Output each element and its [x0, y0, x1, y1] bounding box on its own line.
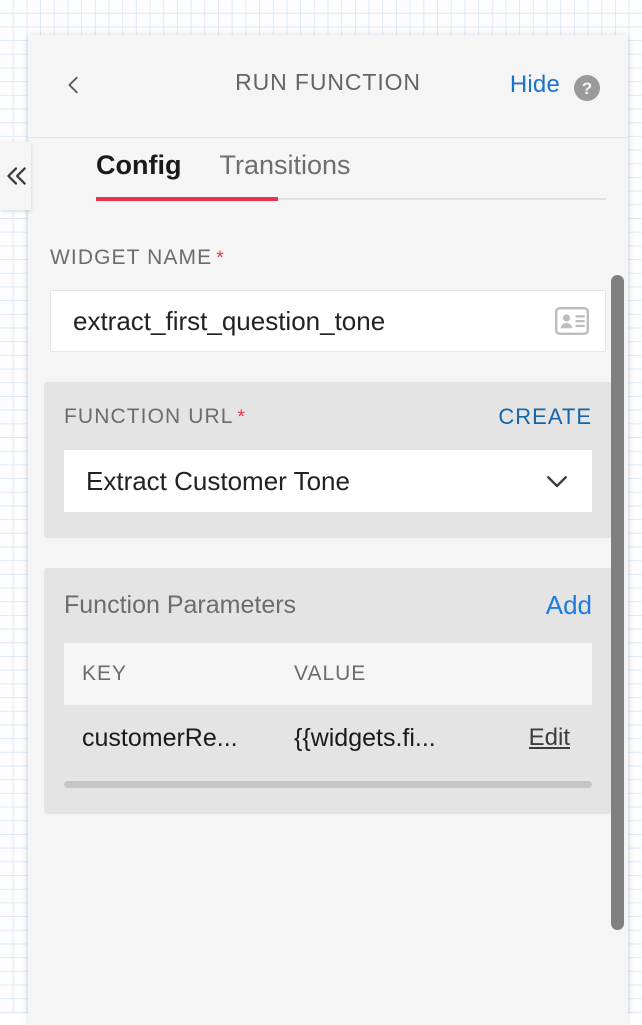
function-parameters-title: Function Parameters: [64, 591, 296, 620]
tab-config[interactable]: Config: [96, 150, 181, 195]
add-parameter-button[interactable]: Add: [546, 590, 592, 621]
panel-scroll-body: WIDGET NAME* extract_first_question_tone: [28, 216, 628, 1025]
function-url-label: FUNCTION URL*: [64, 405, 246, 429]
cell-value: {{widgets.fi...: [294, 724, 529, 753]
panel-header: RUN FUNCTION Hide ?: [28, 35, 628, 138]
table-header-row: KEY VALUE: [64, 643, 592, 705]
id-card-icon[interactable]: [555, 307, 589, 335]
function-url-select[interactable]: Extract Customer Tone: [64, 450, 592, 512]
tab-strip: Config Transitions: [28, 138, 628, 216]
function-url-card: FUNCTION URL* CREATE Extract Customer To…: [44, 382, 612, 538]
edit-parameter-link[interactable]: Edit: [529, 724, 574, 752]
column-header-key: KEY: [82, 662, 294, 686]
widget-name-input-value: extract_first_question_tone: [73, 306, 555, 337]
double-chevron-left-icon: [3, 163, 29, 189]
required-marker: *: [216, 248, 225, 269]
function-url-selected-value: Extract Customer Tone: [86, 466, 542, 497]
parameters-table: KEY VALUE customerRe... {{widgets.fi... …: [64, 643, 592, 788]
question-mark-circle-icon[interactable]: ?: [574, 75, 600, 101]
run-function-config-panel: RUN FUNCTION Hide ? Config Transitions W…: [28, 35, 628, 1025]
chevron-down-icon: [542, 466, 572, 496]
function-url-card-header: FUNCTION URL* CREATE: [64, 404, 592, 430]
widget-name-input[interactable]: extract_first_question_tone: [50, 290, 606, 352]
function-parameters-card: Function Parameters Add KEY VALUE custom…: [44, 568, 612, 814]
cell-key: customerRe...: [82, 724, 294, 753]
function-parameters-card-header: Function Parameters Add: [64, 590, 592, 621]
tab-active-underline: [96, 197, 278, 201]
create-function-url-button[interactable]: CREATE: [498, 404, 592, 430]
column-header-value: VALUE: [294, 662, 574, 686]
tab-transitions[interactable]: Transitions: [219, 150, 350, 195]
widget-name-field-group: WIDGET NAME* extract_first_question_tone: [28, 216, 628, 352]
collapse-sidebar-tab[interactable]: [0, 142, 31, 210]
hide-button[interactable]: Hide: [510, 71, 560, 99]
panel-vertical-scrollbar[interactable]: [611, 275, 624, 930]
table-row[interactable]: customerRe... {{widgets.fi... Edit: [64, 705, 592, 771]
widget-name-label: WIDGET NAME*: [50, 246, 606, 270]
required-marker: *: [238, 407, 247, 428]
parameters-table-horizontal-scrollbar[interactable]: [64, 781, 592, 788]
